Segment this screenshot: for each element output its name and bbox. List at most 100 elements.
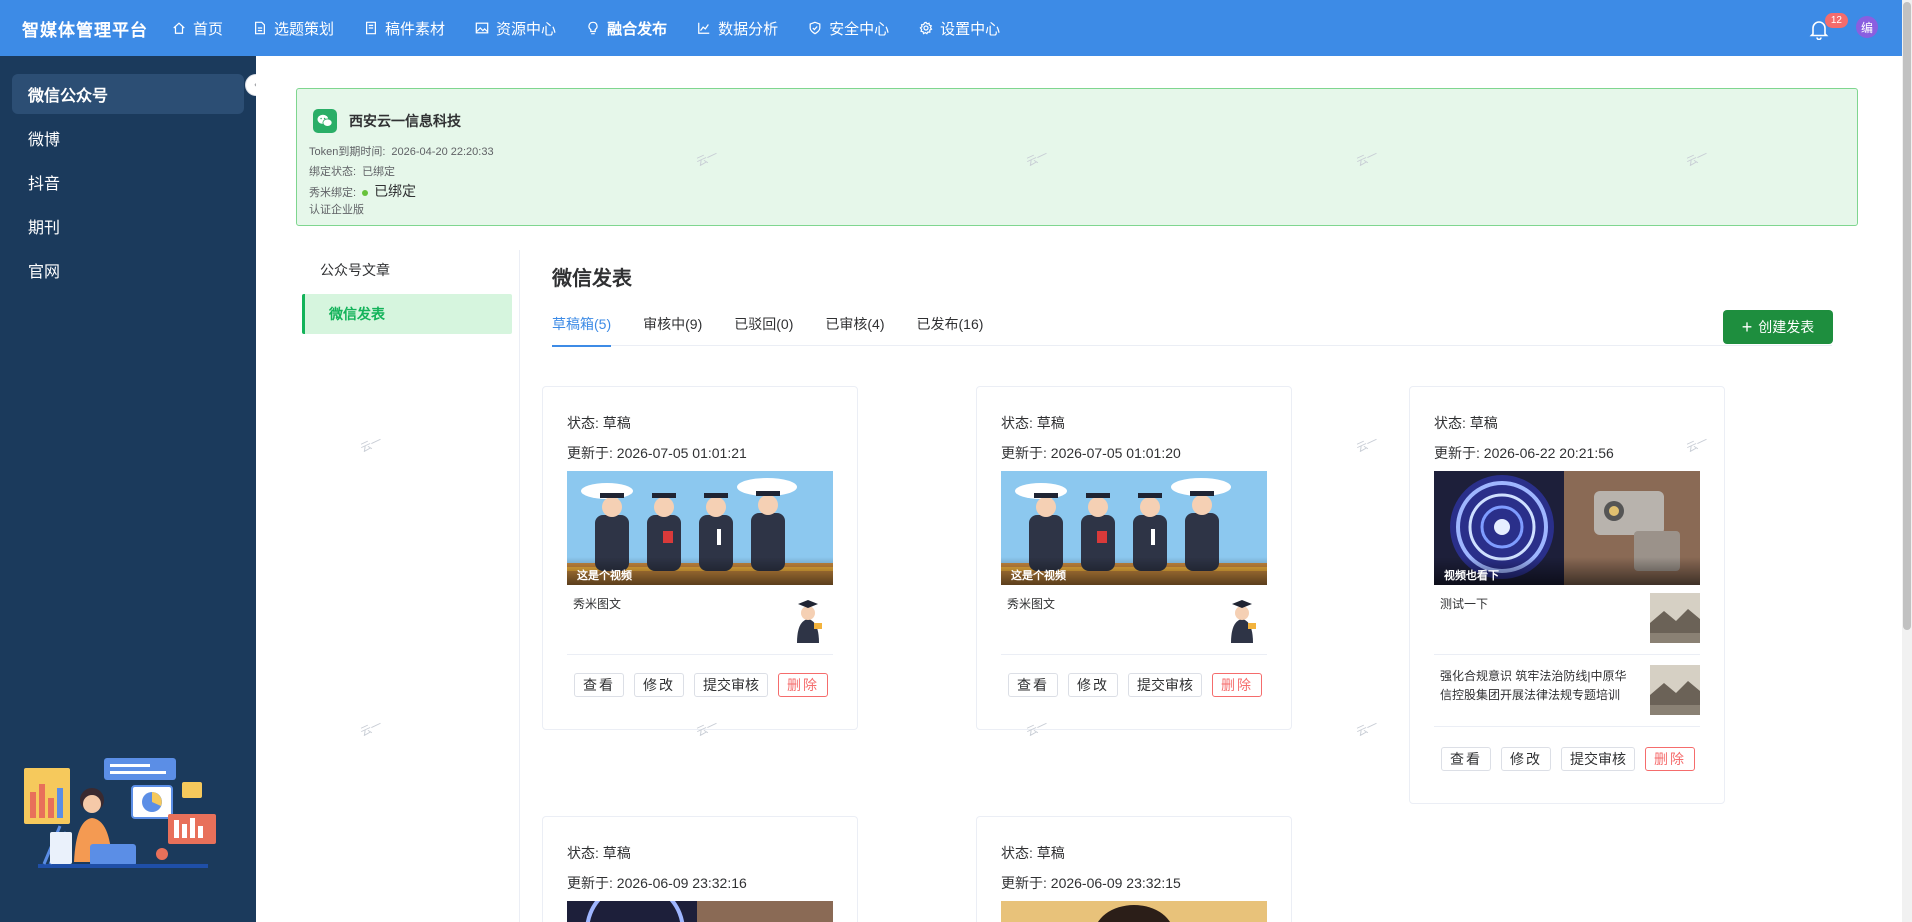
article-title: 强化合规意识 筑牢法治防线|中原华信控股集团开展法律法规专题培训 <box>1440 669 1627 702</box>
nav-manuscripts-label: 稿件素材 <box>385 20 446 38</box>
edit-button[interactable]: 修改 <box>634 673 684 697</box>
watermark: 云一 <box>1354 718 1380 739</box>
article-title: 秀米图文 <box>1007 597 1056 611</box>
submenu-item-wechat-publish[interactable]: 微信发表 <box>302 294 512 334</box>
article-thumbnail <box>1217 593 1267 643</box>
account-card: 西安云一信息科技 Token到期时间: 2026-04-20 22:20:33 绑… <box>296 88 1858 226</box>
card-updated: 更新于: 2026-07-05 01:01:20 <box>1001 445 1181 461</box>
bind-status: 绑定状态: 已绑定 <box>309 163 395 179</box>
draft-card: 状态: 草稿 更新于: 2026-07-05 01:01:21 这是个视频 秀米… <box>542 386 858 730</box>
notification-badge: 12 <box>1824 13 1848 28</box>
graduate-image <box>1217 593 1267 643</box>
nav-publish[interactable]: 融合发布 <box>586 18 667 39</box>
user-avatar[interactable]: 编 <box>1856 16 1878 38</box>
article-item[interactable]: 测试一下 <box>1434 587 1700 655</box>
create-publish-button[interactable]: + 创建发表 <box>1723 310 1833 344</box>
cover-image[interactable]: 这是个视频 <box>1001 471 1267 585</box>
page-title: 微信发表 <box>552 268 632 290</box>
cover-caption: 这是个视频 <box>1001 557 1267 585</box>
card-actions: 查看 修改 提交审核 删除 <box>977 673 1293 697</box>
nav-publish-label: 融合发布 <box>607 20 668 38</box>
cover-caption: 视频也看下 <box>1434 557 1700 585</box>
nav-analytics-label: 数据分析 <box>718 20 779 38</box>
article-thumbnail <box>783 593 833 643</box>
card-status: 状态: 草稿 <box>1001 845 1065 861</box>
edit-button[interactable]: 修改 <box>1501 747 1551 771</box>
status-tabs: 草稿箱(5) 审核中(9) 已驳回(0) 已审核(4) 已发布(16) <box>552 306 1832 347</box>
article-item[interactable]: 强化合规意识 筑牢法治防线|中原华信控股集团开展法律法规专题培训 <box>1434 659 1700 727</box>
home-icon <box>173 22 185 34</box>
sidebar-item-wechat[interactable]: 微信公众号 <box>12 74 244 114</box>
view-button[interactable]: 查看 <box>1441 747 1491 771</box>
portrait-image <box>1001 901 1267 922</box>
sidebar: 微信公众号 微博 抖音 期刊 官网 ‹ <box>0 56 267 922</box>
draft-card: 状态: 草稿 更新于: 2026-07-05 01:01:20 这是个视频 秀米… <box>976 386 1292 730</box>
card-status: 状态: 草稿 <box>567 415 631 431</box>
plus-icon: + <box>1741 317 1753 337</box>
tab-rejected[interactable]: 已驳回(0) <box>734 306 793 346</box>
article-thumbnail <box>1650 665 1700 715</box>
cover-image[interactable]: 视频也看下 <box>1434 471 1700 585</box>
sidebar-item-website[interactable]: 官网 <box>12 250 244 290</box>
delete-button[interactable]: 删除 <box>1645 747 1695 771</box>
nav-security[interactable]: 安全中心 <box>808 18 889 39</box>
article-title: 秀米图文 <box>573 597 622 611</box>
delete-button[interactable]: 删除 <box>778 673 828 697</box>
app-brand: 智媒体管理平台 <box>22 20 148 40</box>
account-name: 西安云一信息科技 <box>349 113 461 129</box>
tab-published[interactable]: 已发布(16) <box>917 306 984 346</box>
submit-review-button[interactable]: 提交审核 <box>1561 747 1635 771</box>
submit-review-button[interactable]: 提交审核 <box>694 673 768 697</box>
sidebar-item-weibo[interactable]: 微博 <box>12 118 244 158</box>
nav-home[interactable]: 首页 <box>172 18 223 39</box>
shield-icon <box>809 21 821 35</box>
submit-review-button[interactable]: 提交审核 <box>1128 673 1202 697</box>
nav-resources-label: 资源中心 <box>496 20 557 38</box>
xiumi-bind-label: 秀米绑定: <box>309 187 357 199</box>
nav-settings[interactable]: 设置中心 <box>919 18 1000 39</box>
article-item[interactable]: 秀米图文 <box>567 587 833 655</box>
nav-topic-planning[interactable]: 选题策划 <box>253 18 334 39</box>
draft-card: 状态: 草稿 更新于: 2026-06-09 23:32:15 <box>976 816 1292 922</box>
main-content: 西安云一信息科技 Token到期时间: 2026-04-20 22:20:33 绑… <box>256 56 1902 922</box>
workspace-illustration <box>24 758 216 868</box>
view-button[interactable]: 查看 <box>574 673 624 697</box>
bind-status-value: 已绑定 <box>362 166 396 178</box>
edit-button[interactable]: 修改 <box>1068 673 1118 697</box>
tab-approved[interactable]: 已审核(4) <box>825 306 884 346</box>
image-icon <box>475 22 489 34</box>
cover-image[interactable] <box>1001 901 1267 922</box>
watermark: 云一 <box>358 434 384 455</box>
draft-card: 状态: 草稿 更新于: 2026-06-22 20:21:56 视频也看下 测试… <box>1409 386 1725 804</box>
card-updated: 更新于: 2026-07-05 01:01:21 <box>567 445 747 461</box>
cover-image[interactable]: 这是个视频 <box>567 471 833 585</box>
view-button[interactable]: 查看 <box>1008 673 1058 697</box>
wechat-icon <box>313 109 337 133</box>
sidebar-item-journal[interactable]: 期刊 <box>12 206 244 246</box>
scrollbar-thumb[interactable] <box>1903 2 1911 630</box>
cover-image[interactable] <box>567 901 833 922</box>
chart-icon <box>698 22 710 34</box>
card-actions: 查看 修改 提交审核 删除 <box>1410 747 1726 771</box>
divider <box>519 250 520 922</box>
nav-analytics[interactable]: 数据分析 <box>697 18 778 39</box>
article-item[interactable]: 秀米图文 <box>1001 587 1267 655</box>
cover-caption: 这是个视频 <box>567 557 833 585</box>
nav-resources[interactable]: 资源中心 <box>475 18 556 39</box>
page-scrollbar[interactable] <box>1902 0 1912 922</box>
top-navbar: 智媒体管理平台 首页 选题策划 稿件素材 资源中心 融合发布 数据分析 安全中心… <box>0 0 1902 56</box>
draft-card: 状态: 草稿 更新于: 2026-06-09 23:32:16 <box>542 816 858 922</box>
nav-topic-planning-label: 选题策划 <box>274 20 335 38</box>
nav-home-label: 首页 <box>193 20 224 38</box>
submenu-item-articles[interactable]: 公众号文章 <box>296 250 512 290</box>
nav-manuscripts[interactable]: 稿件素材 <box>364 18 445 39</box>
tab-drafts[interactable]: 草稿箱(5) <box>552 306 612 347</box>
sidebar-item-douyin[interactable]: 抖音 <box>12 162 244 202</box>
tab-reviewing[interactable]: 审核中(9) <box>643 306 702 346</box>
card-updated: 更新于: 2026-06-22 20:21:56 <box>1434 445 1614 461</box>
delete-button[interactable]: 删除 <box>1212 673 1262 697</box>
card-actions: 查看 修改 提交审核 删除 <box>543 673 859 697</box>
nav-security-label: 安全中心 <box>829 20 890 38</box>
token-expiry-label: Token到期时间: <box>309 146 386 158</box>
nav-settings-label: 设置中心 <box>940 20 1001 38</box>
